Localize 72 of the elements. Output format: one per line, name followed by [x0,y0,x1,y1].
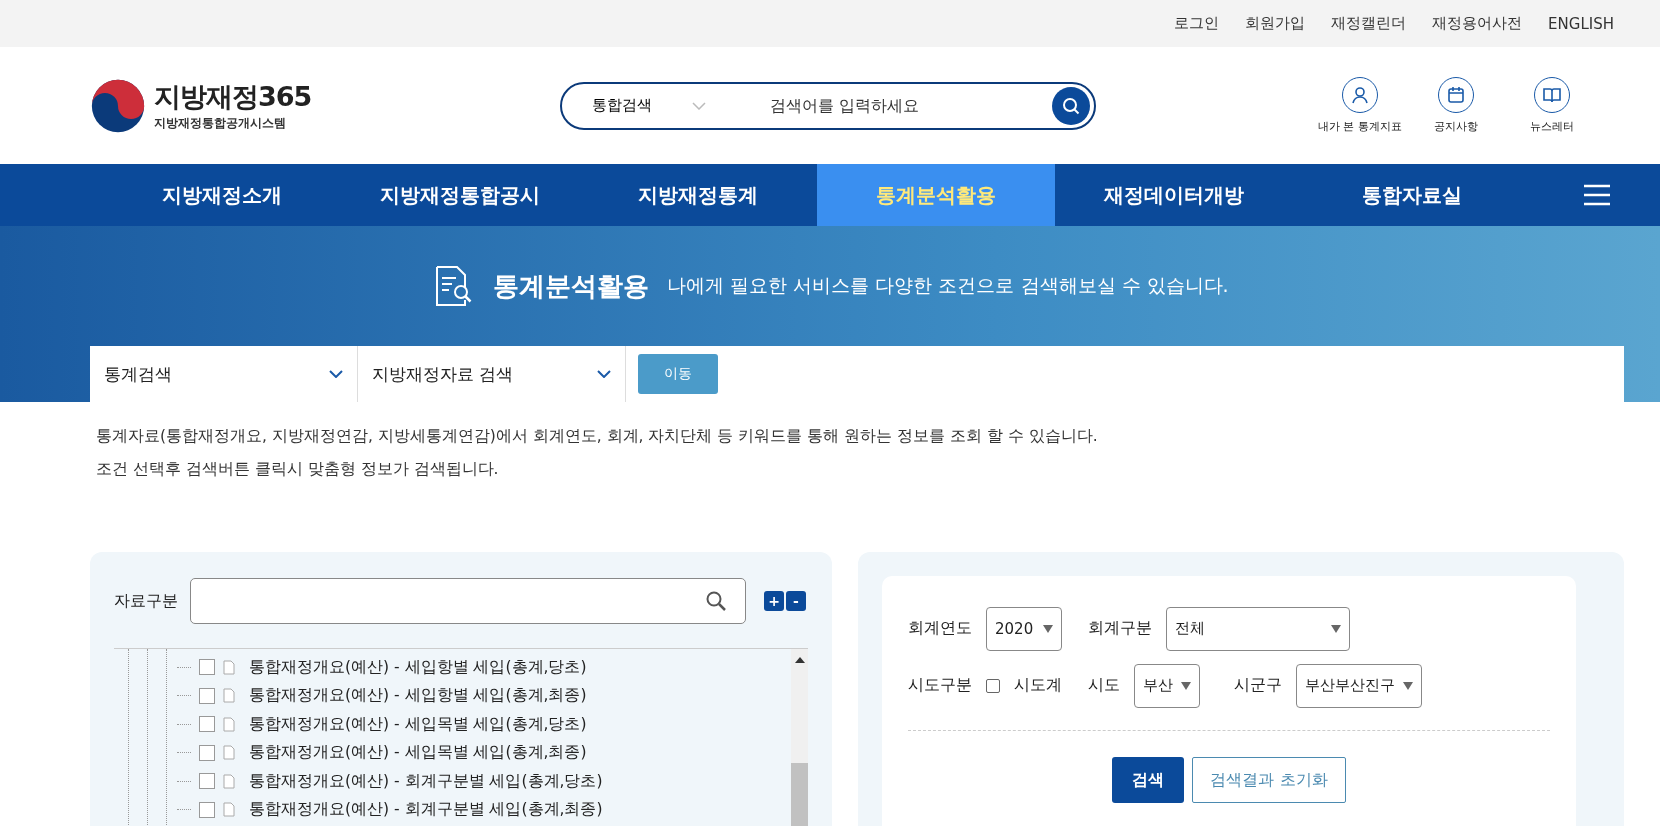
quick-link[interactable]: 내가 본 통계지표 [1312,77,1408,134]
document-icon [223,802,235,818]
scroll-up-arrow-icon [794,657,805,663]
field-label: 회계구분 [1088,618,1152,639]
collapse-button[interactable]: - [786,591,806,611]
nav-tab[interactable]: 지방재정통합공시 [341,164,579,226]
checkbox[interactable] [986,678,1000,693]
checkbox[interactable] [199,744,215,761]
quick-link[interactable]: 뉴스레터 [1504,77,1600,134]
field-label: 회계연도 [908,618,972,639]
field-label: 시군구 [1234,675,1282,696]
top-link[interactable]: 로그인 [1174,14,1220,33]
nav-tab[interactable]: 통합자료실 [1293,164,1531,226]
dropdown-arrow-icon [1403,681,1413,690]
logo-subtitle: 지방재정통합공개시스템 [154,115,287,132]
calendar-icon [1446,85,1466,105]
nav-tab[interactable]: 지방재정소개 [103,164,341,226]
banner-title: 통계분석활용 [493,269,650,303]
expand-button[interactable]: + [764,591,784,611]
year-dropdown[interactable]: 2020 [986,606,1062,651]
person-icon [1350,85,1370,105]
province-dropdown[interactable]: 부산 [1134,663,1200,708]
chevron-icon [597,370,611,378]
top-link[interactable]: 재정캘린더 [1331,14,1407,33]
nav-tab[interactable]: 지방재정통계 [579,164,817,226]
search-button[interactable]: 검색 [1112,757,1184,803]
checkbox[interactable] [199,773,215,790]
top-link[interactable]: 재정용어사전 [1432,14,1523,33]
menu-icon[interactable] [1584,184,1610,206]
tree-item[interactable]: 통합재정개요(예산) - 세입항별 세입(총계,최종) [249,685,587,707]
logo-title: 지방재정365 [154,80,312,114]
dropdown-arrow-icon [1043,624,1053,633]
search-category-dropdown[interactable]: 통합검색 [592,96,762,115]
checkbox[interactable] [199,716,215,733]
document-icon [223,716,235,732]
tree-item[interactable]: 통합재정개요(예산) - 세입목별 세입(총계,최종) [249,742,587,764]
dropdown-arrow-icon [1331,624,1341,633]
field-label: 자료구분 [114,590,178,612]
top-link[interactable]: ENGLISH [1548,14,1614,33]
search-field[interactable] [190,578,746,624]
info-note: 조건 선택후 검색버튼 클릭시 맞춤형 정보가 검색됩니다. [96,459,500,480]
chevron-icon [692,101,706,110]
field-label: 시도구분 [908,675,972,696]
tree-item[interactable]: 통합재정개요(예산) - 세입목별 세입(총계,당초) [249,713,587,735]
document-icon [223,773,235,789]
tree-item[interactable]: 통합재정개요(예산) - 세입항별 세입(총계,당초) [249,656,587,678]
account-dropdown[interactable]: 전체 [1166,606,1350,651]
checkbox[interactable] [199,659,215,676]
document-icon [223,745,235,761]
tree-item[interactable]: 통합재정개요(예산) - 회계구분별 세입(총계,최종) [249,799,603,821]
dropdown-arrow-icon [1181,681,1191,690]
search-icon [1061,95,1081,116]
quick-link[interactable]: 공지사항 [1408,77,1504,134]
reset-button[interactable]: 검색결과 초기화 [1192,757,1346,803]
banner-description: 나에게 필요한 서비스를 다양한 조건으로 검색해보실 수 있습니다. [667,273,1229,298]
chevron-icon [329,370,343,378]
document-icon [223,659,235,675]
checkbox-label: 시도계 [1014,675,1062,696]
info-note: 통계자료(통합재정개요, 지방재정연감, 지방세통계연감)에서 회계연도, 회계, 자치단체 등 키워드를 통해 원하는 정보를 조회 할 수 있습니다. [96,426,1099,447]
checkbox[interactable] [199,801,215,818]
checkbox[interactable] [199,687,215,704]
search-button[interactable] [1052,86,1090,125]
logo-emblem-icon [90,77,146,134]
scrollbar[interactable] [791,649,808,826]
district-dropdown[interactable]: 부산부산진구 [1296,663,1422,708]
nav-tab[interactable]: 재정데이터개방 [1055,164,1293,226]
tree-item[interactable]: 통합재정개요(예산) - 회계구분별 세입(총계,당초) [249,770,603,792]
top-link[interactable]: 회원가입 [1245,14,1306,33]
document-icon [223,688,235,704]
field-label: 시도 [1088,675,1120,696]
book-icon [1542,85,1562,105]
search-icon [705,590,727,612]
